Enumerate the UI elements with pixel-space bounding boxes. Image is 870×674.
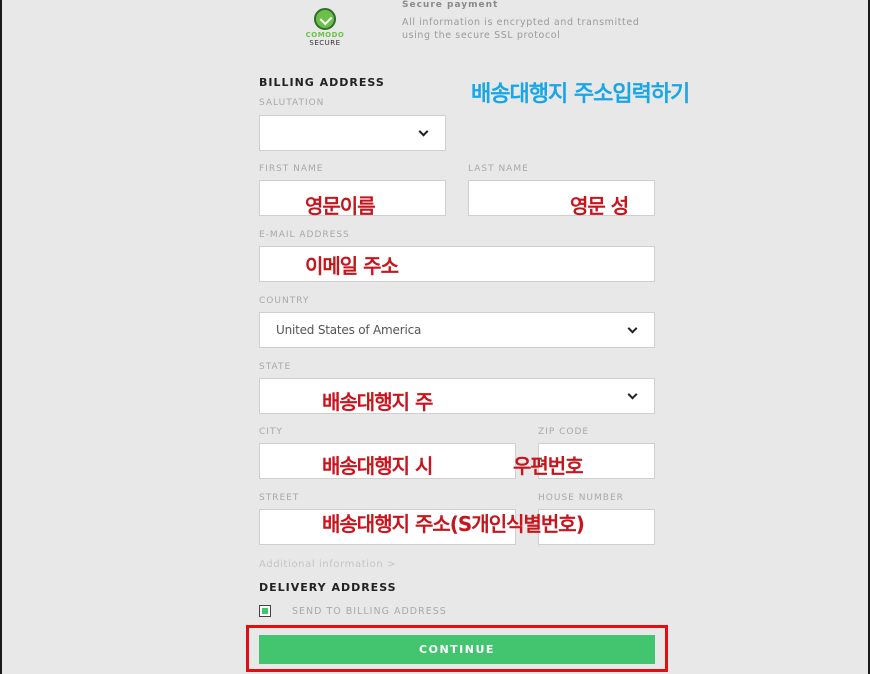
annotation-first-name: 영문이름 (305, 194, 376, 218)
state-select[interactable] (259, 378, 655, 414)
annotation-state: 배송대행지 주 (322, 390, 433, 414)
send-to-billing-label: SEND TO BILLING ADDRESS (292, 606, 447, 617)
country-value: United States of America (276, 323, 422, 337)
annotation-last-name: 영문 성 (570, 194, 629, 218)
email-label: E-MAIL ADDRESS (259, 230, 350, 240)
billing-address-title: BILLING ADDRESS (259, 76, 385, 89)
country-label: COUNTRY (259, 296, 310, 306)
annotation-heading: 배송대행지 주소입력하기 (471, 82, 690, 107)
street-label: STREET (259, 493, 300, 503)
house-number-label: HOUSE NUMBER (538, 493, 624, 503)
annotation-email: 이메일 주소 (305, 254, 399, 278)
secure-payment-title: Secure payment (402, 0, 499, 10)
state-label: STATE (259, 362, 292, 372)
badge-brand-line1: COMODO (305, 31, 345, 39)
first-name-label: FIRST NAME (259, 164, 324, 174)
thumbs-up-shield-icon (314, 8, 336, 30)
comodo-secure-badge: COMODO SECURE (300, 0, 350, 50)
frame-left-edge (0, 0, 2, 674)
send-to-billing-checkbox[interactable] (259, 605, 271, 617)
zip-code-label: ZIP CODE (538, 427, 590, 437)
delivery-address-title: DELIVERY ADDRESS (259, 581, 397, 594)
annotation-street: 배송대행지 주소(S개인식별번호) (322, 512, 585, 536)
last-name-label: LAST NAME (468, 164, 529, 174)
annotation-zip: 우편번호 (513, 454, 584, 478)
country-select[interactable]: United States of America (259, 312, 655, 348)
salutation-label: SALUTATION (259, 98, 325, 108)
annotation-city: 배송대행지 시 (322, 454, 433, 478)
continue-button[interactable]: CONTINUE (259, 635, 655, 664)
secure-payment-description: All information is encrypted and transmi… (402, 17, 640, 41)
chevron-down-icon (418, 126, 429, 137)
chevron-down-icon (627, 389, 638, 400)
badge-brand-line2: SECURE (309, 39, 341, 47)
city-label: CITY (259, 427, 283, 437)
chevron-down-icon (627, 323, 638, 334)
salutation-select[interactable] (259, 115, 446, 151)
additional-information-link[interactable]: Additional information > (259, 559, 396, 570)
